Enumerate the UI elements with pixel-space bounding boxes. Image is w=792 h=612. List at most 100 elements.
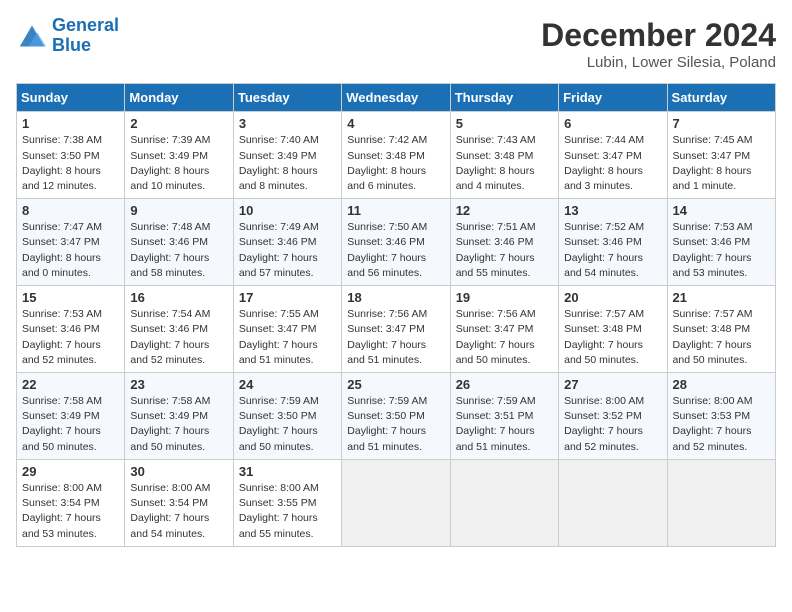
day-info: Sunrise: 7:39 AMSunset: 3:49 PMDaylight:… [130,133,227,194]
calendar-header-row: Sunday Monday Tuesday Wednesday Thursday… [17,84,776,112]
daylight-minutes-label: and 50 minutes. [564,354,639,366]
daylight-minutes-label: and 50 minutes. [130,441,205,453]
sunrise-line: Sunrise: 7:53 AM [22,308,102,320]
day-number: 21 [673,290,770,305]
table-row: 31Sunrise: 8:00 AMSunset: 3:55 PMDayligh… [233,459,341,546]
day-info: Sunrise: 7:53 AMSunset: 3:46 PMDaylight:… [673,220,770,281]
sunset-line: Sunset: 3:46 PM [239,236,317,248]
daylight-minutes-label: and 0 minutes. [22,267,91,279]
daylight-minutes-label: and 52 minutes. [564,441,639,453]
day-number: 27 [564,377,661,392]
sunset-line: Sunset: 3:47 PM [22,236,100,248]
table-row [559,459,667,546]
day-info: Sunrise: 7:59 AMSunset: 3:50 PMDaylight:… [347,394,444,455]
sunset-line: Sunset: 3:54 PM [22,497,100,509]
sunrise-line: Sunrise: 7:56 AM [347,308,427,320]
sunrise-line: Sunrise: 8:00 AM [22,482,102,494]
day-info: Sunrise: 7:51 AMSunset: 3:46 PMDaylight:… [456,220,553,281]
sunrise-line: Sunrise: 7:39 AM [130,134,210,146]
table-row [450,459,558,546]
daylight-hours-label: Daylight: 8 hours [564,165,643,177]
day-number: 17 [239,290,336,305]
sunset-line: Sunset: 3:47 PM [456,323,534,335]
daylight-hours-label: Daylight: 7 hours [22,512,101,524]
location-subtitle: Lubin, Lower Silesia, Poland [541,54,776,71]
sunrise-line: Sunrise: 7:49 AM [239,221,319,233]
sunset-line: Sunset: 3:48 PM [347,150,425,162]
day-number: 30 [130,464,227,479]
daylight-hours-label: Daylight: 7 hours [347,252,426,264]
calendar-week-row: 1Sunrise: 7:38 AMSunset: 3:50 PMDaylight… [17,112,776,199]
sunset-line: Sunset: 3:52 PM [564,410,642,422]
sunrise-line: Sunrise: 7:57 AM [564,308,644,320]
day-number: 4 [347,116,444,131]
day-number: 29 [22,464,119,479]
daylight-hours-label: Daylight: 8 hours [347,165,426,177]
day-number: 25 [347,377,444,392]
daylight-minutes-label: and 51 minutes. [347,441,422,453]
table-row: 6Sunrise: 7:44 AMSunset: 3:47 PMDaylight… [559,112,667,199]
col-thursday: Thursday [450,84,558,112]
sunset-line: Sunset: 3:50 PM [22,150,100,162]
daylight-minutes-label: and 50 minutes. [239,441,314,453]
logo: General Blue [16,16,119,56]
daylight-hours-label: Daylight: 8 hours [22,252,101,264]
table-row: 24Sunrise: 7:59 AMSunset: 3:50 PMDayligh… [233,373,341,460]
day-info: Sunrise: 7:56 AM Sunset: 3:47 PM Daylight:… [347,307,444,368]
day-info: Sunrise: 7:57 AMSunset: 3:48 PMDaylight:… [673,307,770,368]
sunrise-line: Sunrise: 7:45 AM [673,134,753,146]
daylight-hours-label: Daylight: 7 hours [347,339,426,351]
day-info: Sunrise: 7:56 AMSunset: 3:47 PMDaylight:… [456,307,553,368]
daylight-hours-label: Daylight: 7 hours [239,252,318,264]
table-row: 22Sunrise: 7:58 AMSunset: 3:49 PMDayligh… [17,373,125,460]
sunset-line: Sunset: 3:50 PM [239,410,317,422]
daylight-minutes-label: and 52 minutes. [673,441,748,453]
sunrise-line: Sunrise: 7:59 AM [456,395,536,407]
day-info: Sunrise: 7:49 AM Sunset: 3:46 PM Daylight:… [239,220,336,281]
sunrise-line: Sunrise: 7:47 AM [22,221,102,233]
day-info: Sunrise: 8:00 AMSunset: 3:55 PMDaylight:… [239,481,336,542]
daylight-minutes-label: and 56 minutes. [347,267,422,279]
daylight-hours-label: Daylight: 8 hours [456,165,535,177]
day-number: 16 [130,290,227,305]
daylight-hours-label: Daylight: 7 hours [239,339,318,351]
sunset-line: Sunset: 3:54 PM [130,497,208,509]
table-row: 15Sunrise: 7:53 AMSunset: 3:46 PMDayligh… [17,286,125,373]
sunrise-line: Sunrise: 7:51 AM [456,221,536,233]
table-row: 26Sunrise: 7:59 AMSunset: 3:51 PMDayligh… [450,373,558,460]
day-number: 6 [564,116,661,131]
sunset-line: Sunset: 3:48 PM [673,323,751,335]
day-info: Sunrise: 7:50 AMSunset: 3:46 PMDaylight:… [347,220,444,281]
daylight-minutes-label: and 53 minutes. [22,528,97,540]
table-row: 11Sunrise: 7:50 AMSunset: 3:46 PMDayligh… [342,199,450,286]
table-row: 25 Sunrise: 7:59 AMSunset: 3:50 PMDayligh… [342,373,450,460]
day-info: Sunrise: 7:58 AMSunset: 3:49 PMDaylight:… [130,394,227,455]
day-number: 1 [22,116,119,131]
daylight-minutes-label: and 8 minutes. [239,180,308,192]
table-row: 5Sunrise: 7:43 AMSunset: 3:48 PMDaylight… [450,112,558,199]
logo-text: General Blue [52,16,119,56]
sunrise-line: Sunrise: 7:50 AM [347,221,427,233]
day-number: 2 [130,116,227,131]
day-number: 18 [347,290,444,305]
title-block: December 2024 Lubin, Lower Silesia, Pola… [541,16,776,71]
day-number: 7 [673,116,770,131]
sunset-line: Sunset: 3:47 PM [239,323,317,335]
table-row: 13Sunrise: 7:52 AMSunset: 3:46 PMDayligh… [559,199,667,286]
sunrise-line: Sunrise: 7:53 AM [673,221,753,233]
sunset-line: Sunset: 3:47 PM [347,323,425,335]
daylight-minutes-label: and 51 minutes. [347,354,422,366]
daylight-hours-label: Daylight: 7 hours [239,425,318,437]
daylight-hours-label: Daylight: 7 hours [347,425,426,437]
daylight-minutes-label: and 50 minutes. [22,441,97,453]
sunrise-line: Sunrise: 7:52 AM [564,221,644,233]
sunset-line: Sunset: 3:46 PM [673,236,751,248]
daylight-minutes-label: and 54 minutes. [564,267,639,279]
sunrise-line: Sunrise: 7:59 AM [347,395,427,407]
day-number: 14 [673,203,770,218]
daylight-hours-label: Daylight: 8 hours [22,165,101,177]
day-info: Sunrise: 7:52 AMSunset: 3:46 PMDaylight:… [564,220,661,281]
table-row: 7Sunrise: 7:45 AMSunset: 3:47 PMDaylight… [667,112,775,199]
sunset-line: Sunset: 3:46 PM [22,323,100,335]
logo-line2: Blue [52,35,91,55]
